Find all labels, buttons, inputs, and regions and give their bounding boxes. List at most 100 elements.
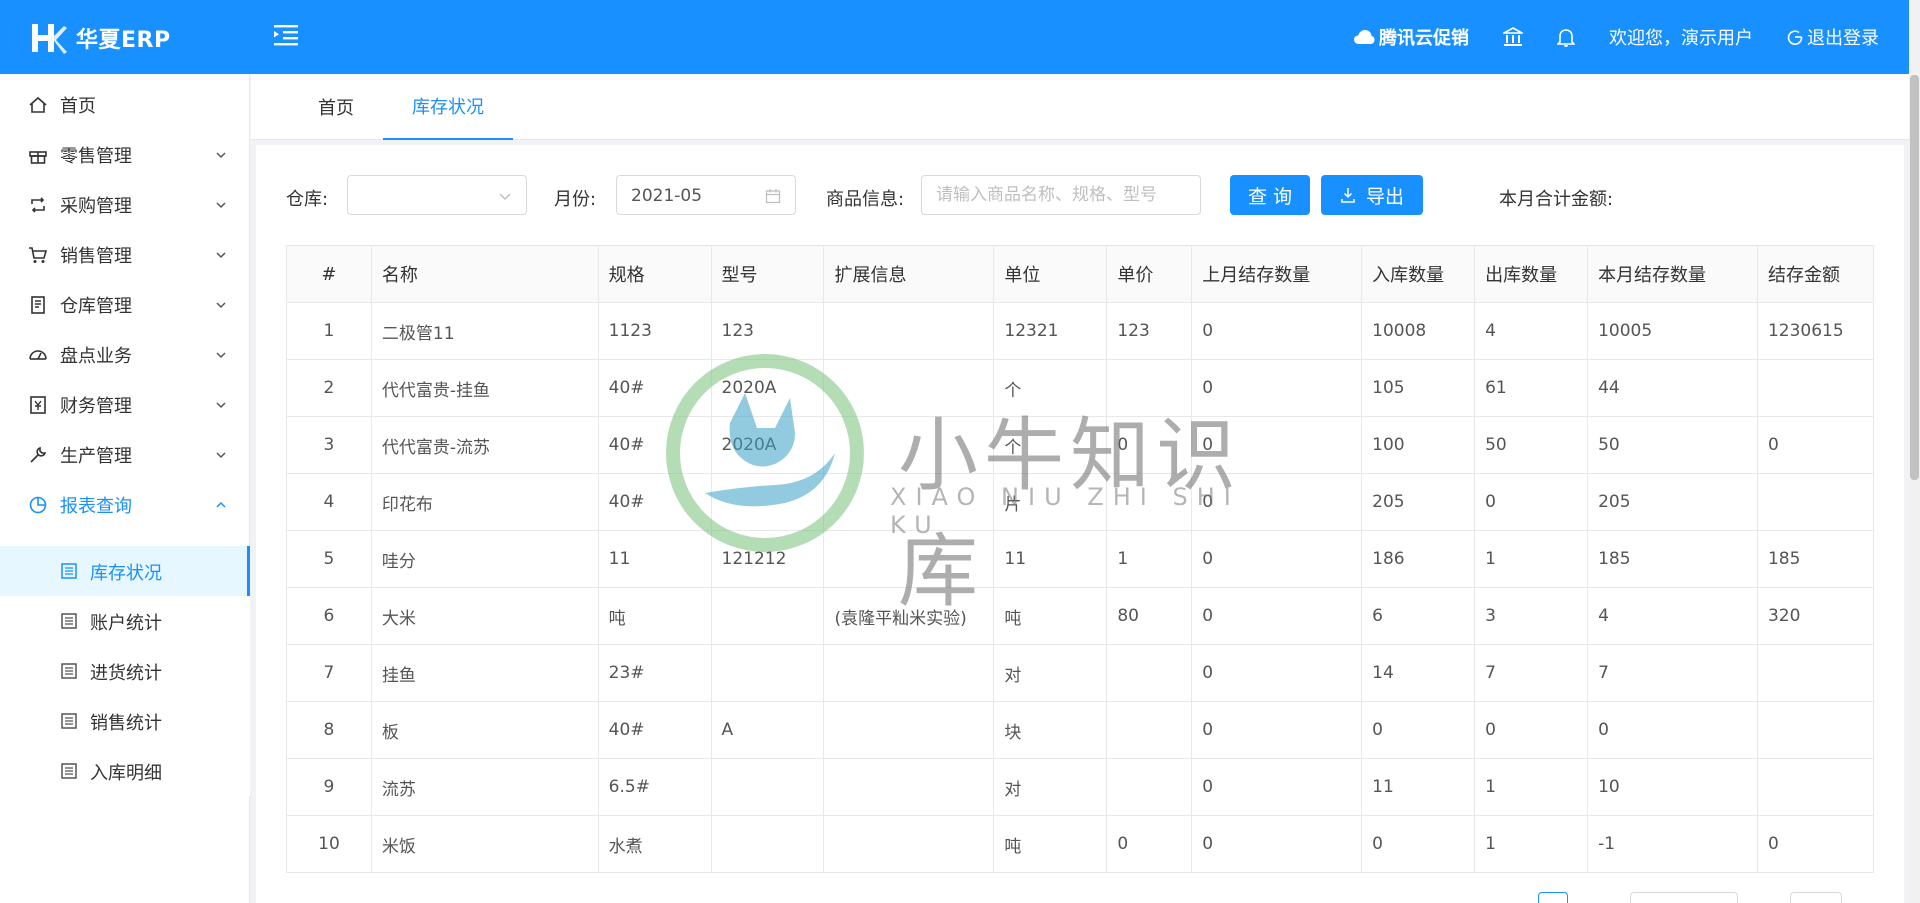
app-logo[interactable]: 华夏ERP — [28, 18, 171, 58]
page-scrollbar-thumb[interactable] — [1910, 75, 1919, 480]
table-cell: 2020A — [710, 416, 825, 474]
table-cell: 40# — [597, 701, 712, 759]
table-cell: 6 — [286, 587, 372, 645]
table-cell: 板 — [370, 701, 599, 759]
goods-search-input[interactable] — [921, 175, 1201, 215]
table-row[interactable]: 1 二极管11 1123 123 12321 123 0 10008 4 10005 1230615 — [286, 302, 1875, 360]
table-cell: 2 — [286, 359, 372, 417]
bank-button[interactable] — [1503, 27, 1523, 47]
table-cell: 0 — [1361, 815, 1476, 873]
page-jump-input[interactable] — [1790, 892, 1842, 903]
column-header: 名称 — [370, 245, 599, 303]
sidebar-item-purchase[interactable]: 采购管理 — [0, 180, 249, 230]
sidebar-item-inventory-check[interactable]: 盘点业务 — [0, 330, 249, 380]
warehouse-select[interactable] — [347, 175, 527, 215]
table-cell: 123 — [1106, 302, 1193, 360]
table-cell: 3 — [1474, 587, 1589, 645]
sidebar-item-production[interactable]: 生产管理 — [0, 430, 249, 480]
column-header: 型号 — [710, 245, 825, 303]
welcome-user[interactable]: 欢迎您，演示用户 — [1609, 24, 1753, 50]
table-row[interactable]: 6 大米吨 (袁隆平籼米实验) 吨 80 0 6 3 4 320 — [286, 587, 1875, 645]
logout-button[interactable]: 退出登录 — [1787, 24, 1879, 50]
export-button[interactable]: 导出 — [1321, 175, 1423, 215]
table-row[interactable]: 9 流苏 6.5# 对 0 11 1 10 — [286, 758, 1875, 816]
table-row[interactable]: 5 哇分 11 121212 11 1 0 186 1 185 185 — [286, 530, 1875, 588]
chevron-down-icon — [216, 452, 226, 459]
table-cell: 吨 — [993, 587, 1108, 645]
sidebar-item-retail[interactable]: 零售管理 — [0, 130, 249, 180]
top-header: 华夏ERP 腾讯云促销 欢迎您，演示用户 退出登录 — [0, 0, 1909, 74]
table-row[interactable]: 7 挂鱼 23# 对 0 14 7 7 — [286, 644, 1875, 702]
sidebar-subitem-account-stats[interactable]: 账户统计 — [0, 596, 250, 646]
column-header: 上月结存数量 — [1191, 245, 1363, 303]
table-cell — [823, 359, 995, 417]
table-cell: 块 — [993, 701, 1108, 759]
table-cell — [1106, 359, 1193, 417]
table-cell: 40# — [597, 359, 712, 417]
table-cell — [710, 644, 825, 702]
table-cell: A — [710, 701, 825, 759]
sidebar-item-home[interactable]: 首页 — [0, 80, 249, 130]
table-cell — [710, 815, 825, 873]
sidebar-subitem-purchase-stats[interactable]: 进货统计 — [0, 646, 250, 696]
table-cell: 1230615 — [1756, 302, 1875, 360]
column-header: 结存金额 — [1756, 245, 1875, 303]
table-icon — [61, 563, 77, 579]
table-cell — [823, 416, 995, 474]
gift-icon — [29, 151, 47, 164]
chevron-down-icon — [216, 352, 226, 359]
sidebar-item-finance[interactable]: 财务管理 — [0, 380, 249, 430]
download-icon — [1341, 188, 1355, 203]
table-cell: 50 — [1474, 416, 1589, 474]
table-row[interactable]: 3 代代富贵-流苏 40# 2020A 个 0 0 100 50 50 0 — [286, 416, 1875, 474]
promo-link[interactable]: 腾讯云促销 — [1353, 24, 1469, 50]
table-row[interactable]: 10 米饭 水煮吨 0 0 0 1 -1 0 — [286, 815, 1875, 873]
table-cell — [823, 530, 995, 588]
table-cell: 1 — [1474, 815, 1589, 873]
chevron-down-icon — [216, 252, 226, 259]
table-cell: 9 — [286, 758, 372, 816]
table-row[interactable]: 4 印花布 40# 片 0 205 0 205 — [286, 473, 1875, 531]
chevron-down-icon — [216, 302, 226, 309]
table-cell — [823, 644, 995, 702]
table-cell: 205 — [1587, 473, 1758, 531]
column-header: 单价 — [1106, 245, 1193, 303]
pagination-current-page[interactable] — [1538, 892, 1568, 903]
chevron-down-icon — [216, 152, 226, 159]
tab-home[interactable]: 首页 — [281, 74, 391, 140]
menu-fold-icon[interactable] — [272, 22, 302, 48]
table-cell: 吨 — [597, 587, 712, 645]
month-total-label: 本月合计金额: — [1499, 189, 1614, 210]
sidebar-item-sales[interactable]: 销售管理 — [0, 230, 249, 280]
table-cell: 4 — [1474, 302, 1589, 360]
table-cell: 0 — [1191, 359, 1363, 417]
money-icon — [30, 396, 46, 414]
sidebar-item-reports[interactable]: 报表查询 — [0, 480, 249, 530]
table-row[interactable]: 8 板 40# A 块 0 0 0 0 — [286, 701, 1875, 759]
table-cell: 0 — [1756, 416, 1875, 474]
chevron-up-icon — [216, 501, 226, 508]
table-cell — [1106, 701, 1193, 759]
sidebar-item-warehouse[interactable]: 仓库管理 — [0, 280, 249, 330]
home-icon — [29, 96, 47, 113]
table-row[interactable]: 2 代代富贵-挂鱼 40# 2020A 个 0 105 61 44 — [286, 359, 1875, 417]
sidebar-subitem-inventory-status-visible[interactable]: 库存状况 — [0, 546, 250, 596]
table-cell: 0 — [1756, 815, 1875, 873]
table-cell: 40# — [597, 416, 712, 474]
page-size-select[interactable] — [1630, 892, 1738, 903]
column-header: 本月结存数量 — [1587, 245, 1758, 303]
table-cell: 0 — [1106, 416, 1193, 474]
tab-inventory-status[interactable]: 库存状况 — [383, 74, 513, 140]
month-picker[interactable]: 2021-05 — [616, 175, 796, 215]
sidebar-subitem-sales-stats[interactable]: 销售统计 — [0, 696, 250, 746]
table-cell: 10008 — [1361, 302, 1476, 360]
notification-button[interactable] — [1557, 27, 1575, 47]
chevron-down-icon — [499, 193, 511, 201]
query-button[interactable]: 查 询 — [1230, 175, 1310, 215]
table-header-row: # 名称 规格 型号 扩展信息 单位 单价 上月结存数量 入库数量 出库数量 本月结存数量 结存金额 — [286, 245, 1875, 303]
table-cell: 水煮 — [597, 815, 712, 873]
table-cell: 1 — [1106, 530, 1193, 588]
sidebar-subitem-inbound-detail[interactable]: 入库明细 — [0, 746, 250, 796]
table-cell: 二极管11 — [370, 302, 599, 360]
main-content: 仓库: 月份: 2021-05 商品信息: 查 询 导出 本月合计金额: #名称… — [256, 145, 1904, 903]
